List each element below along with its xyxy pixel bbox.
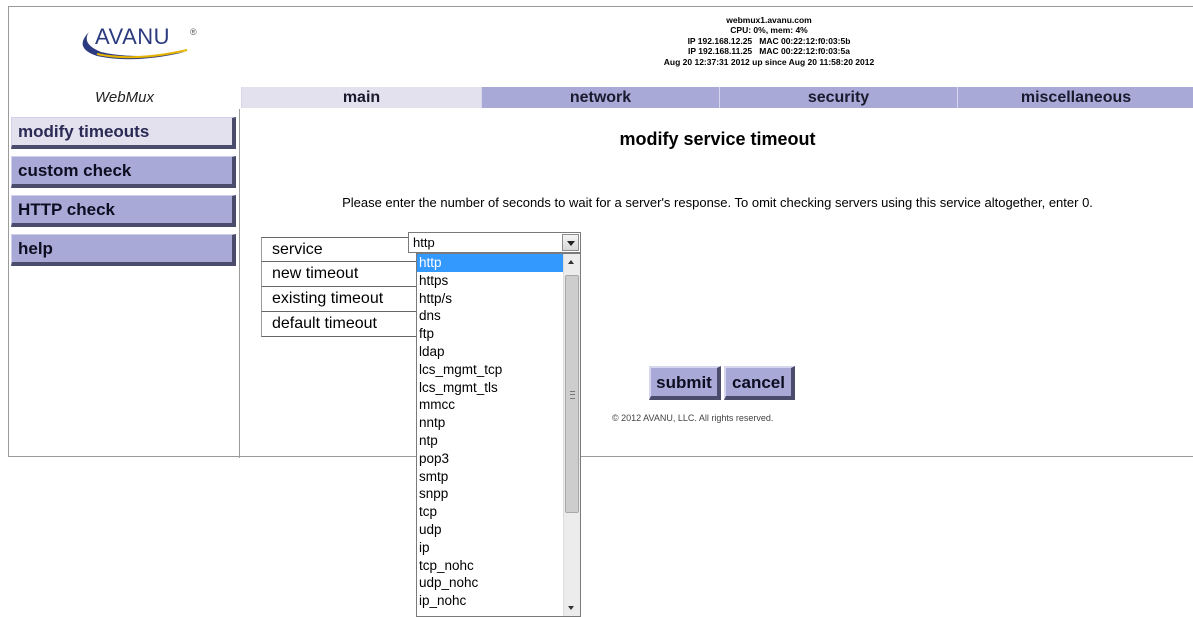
dropdown-option[interactable]: smtp <box>417 468 563 486</box>
dropdown-option[interactable]: ip_nohc <box>417 592 563 610</box>
dropdown-option[interactable]: tcp_nohc <box>417 557 563 575</box>
instructions-text: Please enter the number of seconds to wa… <box>342 195 1093 210</box>
dropdown-option[interactable]: http <box>417 254 563 272</box>
dropdown-option[interactable]: pop3 <box>417 450 563 468</box>
dropdown-option[interactable]: snpp <box>417 485 563 503</box>
dropdown-scrollbar[interactable] <box>563 254 580 616</box>
brand-label: WebMux <box>95 89 154 106</box>
avanu-logo: AVANU ® <box>75 24 205 60</box>
header: AVANU ® webmux1.avanu.com CPU: 0%, mem: … <box>9 7 1193 87</box>
logo-text: AVANU <box>95 24 171 49</box>
dropdown-option[interactable]: tcp <box>417 503 563 521</box>
hostname: webmux1.avanu.com <box>726 15 812 25</box>
ip-mac-2: IP 192.168.11.25 MAC 00:22:12:f0:03:5a <box>688 46 850 57</box>
label-default-timeout: default timeout <box>261 312 418 337</box>
dropdown-option[interactable]: nntp <box>417 414 563 432</box>
dropdown-option[interactable]: ldap <box>417 343 563 361</box>
dropdown-option[interactable]: ntp <box>417 432 563 450</box>
sidebar: modify timeouts custom check HTTP check … <box>9 109 240 458</box>
dropdown-option[interactable]: dns <box>417 307 563 325</box>
tab-main[interactable]: main <box>241 87 481 108</box>
service-dropdown-list[interactable]: http https http/s dns ftp ldap lcs_mgmt_tcp lcs… <box>416 253 581 617</box>
cpu-mem: CPU: 0%, mem: 4% <box>730 25 808 36</box>
dropdown-option[interactable]: mmcc <box>417 396 563 414</box>
label-existing-timeout: existing timeout <box>261 287 418 312</box>
tab-miscellaneous[interactable]: miscellaneous <box>957 87 1193 108</box>
sidebar-item-modify-timeouts[interactable]: modify timeouts <box>11 117 236 149</box>
dropdown-option[interactable]: lcs_mgmt_tls <box>417 379 563 397</box>
chevron-down-icon[interactable] <box>562 234 579 251</box>
dropdown-option[interactable]: ftp <box>417 325 563 343</box>
copyright: © 2012 AVANU, LLC. All rights reserved. <box>612 413 774 423</box>
label-service: service <box>261 237 418 262</box>
ip-mac-1: IP 192.168.12.25 MAC 00:22:12:f0:03:5b <box>687 35 851 46</box>
scroll-down-arrow-icon[interactable] <box>564 599 580 616</box>
tab-security[interactable]: security <box>719 87 957 108</box>
scroll-up-arrow-icon[interactable] <box>564 254 580 271</box>
sidebar-item-help[interactable]: help <box>11 234 236 266</box>
dropdown-option[interactable]: udp_nohc <box>417 574 563 592</box>
tab-network[interactable]: network <box>481 87 719 108</box>
dropdown-option[interactable]: http/s <box>417 290 563 308</box>
uptime: Aug 20 12:37:31 2012 up since Aug 20 11:… <box>663 56 875 67</box>
dropdown-option[interactable]: https <box>417 272 563 290</box>
registered-mark-icon: ® <box>190 27 197 37</box>
scrollbar-thumb[interactable] <box>565 275 579 513</box>
dropdown-option[interactable]: ip <box>417 539 563 557</box>
dropdown-option[interactable]: udp <box>417 521 563 539</box>
top-nav: WebMux main network security miscellaneo… <box>9 87 1193 108</box>
submit-button[interactable]: submit <box>649 366 721 400</box>
webmux-frame: AVANU ® webmux1.avanu.com CPU: 0%, mem: … <box>8 6 1193 458</box>
system-info: webmux1.avanu.com CPU: 0%, mem: 4% IP 19… <box>529 15 1009 67</box>
sidebar-item-custom-check[interactable]: custom check <box>11 156 236 188</box>
label-new-timeout: new timeout <box>261 262 418 287</box>
main-content: modify service timeout Please enter the … <box>241 109 1193 458</box>
sidebar-item-http-check[interactable]: HTTP check <box>11 195 236 227</box>
page-title: modify service timeout <box>619 129 816 149</box>
service-select-value: http <box>413 235 435 250</box>
cancel-button[interactable]: cancel <box>724 366 795 400</box>
dropdown-option[interactable]: lcs_mgmt_tcp <box>417 361 563 379</box>
service-select[interactable]: http <box>408 232 581 253</box>
